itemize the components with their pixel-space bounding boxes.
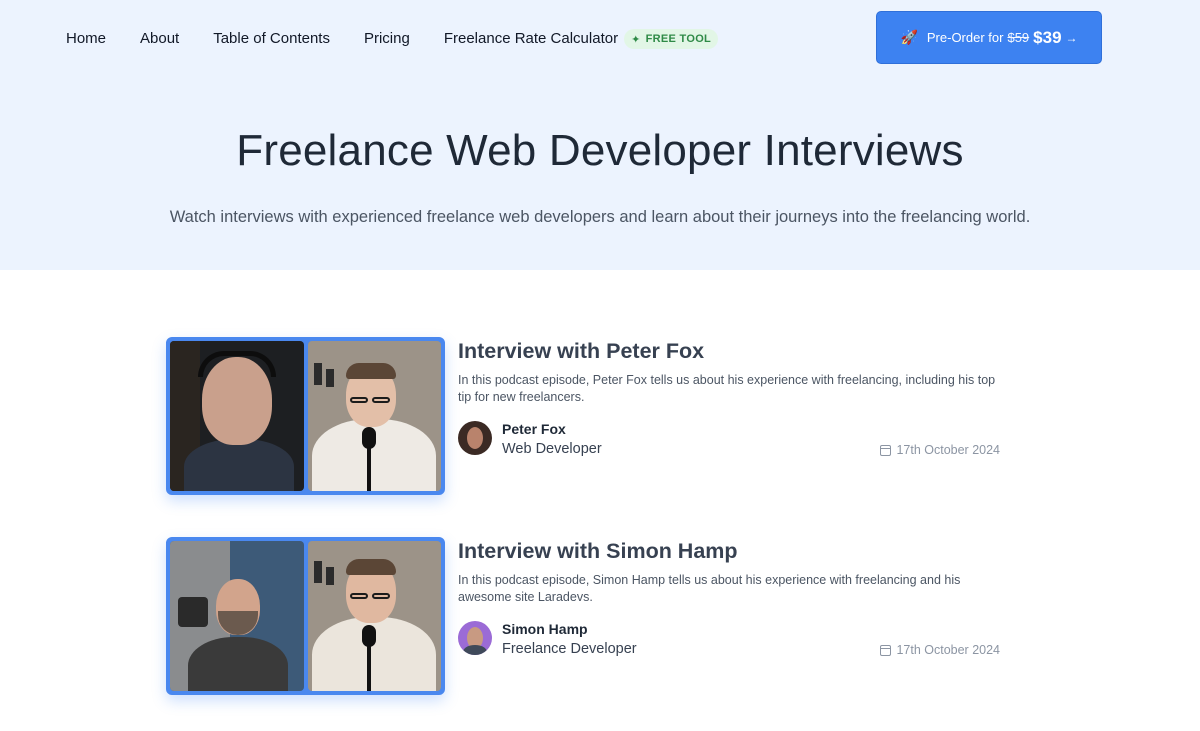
arrow-right-icon: → [1065, 30, 1078, 45]
calendar-icon [880, 444, 892, 456]
interview-description: In this podcast episode, Simon Hamp tell… [458, 573, 961, 604]
interview-description: In this podcast episode, Peter Fox tells… [458, 373, 996, 404]
nav-home[interactable]: Home [66, 30, 106, 48]
rocket-icon: 🚀 [900, 29, 918, 45]
interview-card-simon-hamp[interactable]: Interview with Simon Hamp In this podcas… [166, 537, 1002, 695]
author-role: Freelance Developer [502, 641, 637, 657]
publish-date-text: 17th October 2024 [896, 643, 1000, 657]
free-tool-badge-label: FREE TOOL [645, 33, 712, 45]
publish-date-text: 17th October 2024 [896, 443, 1000, 457]
pre-order-button[interactable]: 🚀 Pre-Order for $59 $39 → [876, 11, 1102, 64]
new-price: $39 [1033, 27, 1062, 47]
video-frame-guest [170, 341, 304, 491]
calendar-icon [880, 644, 892, 656]
video-frame-host [307, 341, 441, 491]
free-tool-badge: ✦ FREE TOOL [624, 29, 719, 49]
nav-pricing[interactable]: Pricing [364, 30, 410, 48]
page-title: Freelance Web Developer Interviews [236, 126, 964, 175]
interview-thumbnail[interactable] [166, 537, 445, 695]
avatar [458, 621, 492, 655]
interview-thumbnail[interactable] [166, 337, 445, 495]
video-frame-guest [170, 541, 304, 691]
sparkle-icon: ✦ [631, 33, 641, 46]
pre-order-label: Pre-Order for [926, 30, 1004, 45]
main-nav: Home About Table of Contents Pricing Fre… [66, 29, 719, 49]
interview-title[interactable]: Interview with Simon Hamp [458, 539, 738, 564]
nav-table-of-contents[interactable]: Table of Contents [213, 30, 330, 48]
author-name: Peter Fox [502, 421, 566, 437]
author-name: Simon Hamp [502, 621, 588, 637]
video-frame-host [307, 541, 441, 691]
nav-about[interactable]: About [140, 30, 179, 48]
publish-date: 17th October 2024 [880, 643, 1000, 657]
page-subtitle: Watch interviews with experienced freela… [169, 208, 1031, 226]
author-role: Web Developer [502, 441, 602, 457]
old-price: $59 [1007, 30, 1030, 45]
interview-title[interactable]: Interview with Peter Fox [458, 339, 704, 364]
publish-date: 17th October 2024 [880, 443, 1000, 457]
avatar [458, 421, 492, 455]
nav-freelance-rate-calculator[interactable]: Freelance Rate Calculator [444, 30, 618, 48]
interview-card-peter-fox[interactable]: Interview with Peter Fox In this podcast… [166, 337, 1002, 495]
